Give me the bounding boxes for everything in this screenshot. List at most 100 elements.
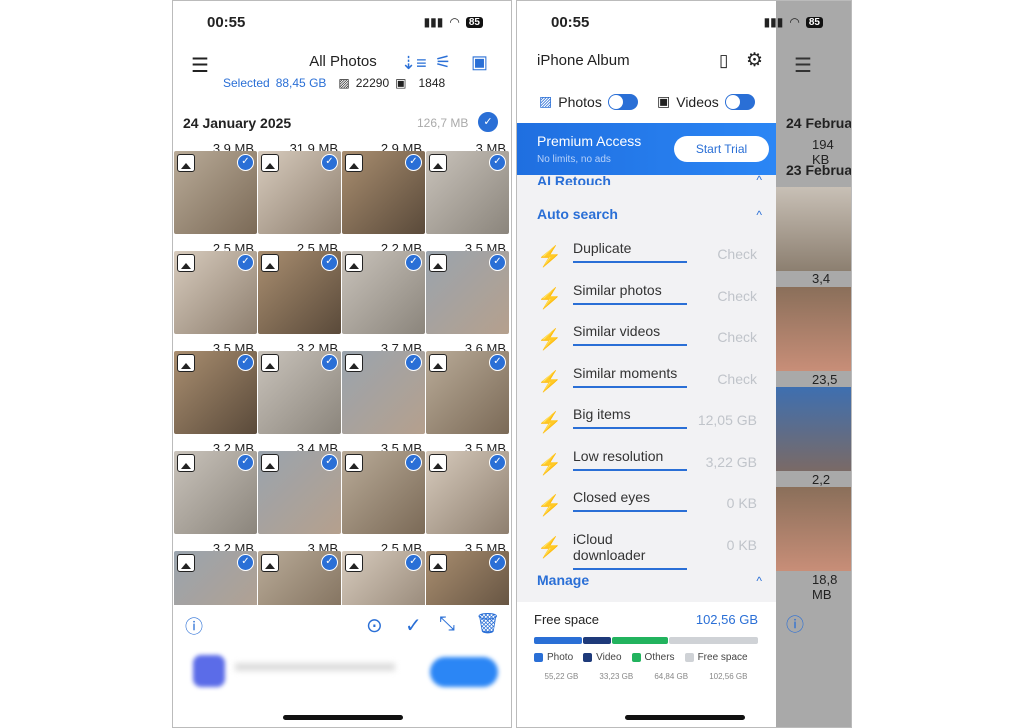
selected-checkbox[interactable]: ✓ [237,354,254,371]
wifi-icon: ◠ [449,15,460,29]
menu-item[interactable]: ⚡ Similar photos Check [537,282,757,318]
selected-checkbox[interactable]: ✓ [321,554,338,571]
menu-item-label: Similar videos [573,323,687,346]
menu-item[interactable]: ⚡ iCloud downloader 0 KB [537,531,757,570]
menu-item[interactable]: ⚡ Low resolution 3,22 GB [537,448,757,484]
selected-checkbox[interactable]: ✓ [405,554,422,571]
selected-checkbox[interactable]: ✓ [321,154,338,171]
photo-thumb[interactable]: ✓ [342,251,425,334]
start-trial-button[interactable]: Start Trial [674,136,769,162]
storage-value: 102,56 GB [695,612,758,627]
photo-thumb[interactable]: ✓ [426,451,509,534]
video-thumb[interactable] [776,487,851,571]
settings-icon[interactable]: ⚙ [746,49,763,72]
storage-label: Free space [534,612,600,627]
legend-value: 102,56 GB [709,672,748,681]
videos-label: Videos [676,93,719,110]
photo-thumb[interactable]: ✓ [258,151,341,234]
section-manage[interactable]: Manage [537,572,589,588]
photo-type-icon [261,354,279,372]
photo-thumb[interactable]: ✓ [258,451,341,534]
premium-banner[interactable]: Premium Access No limits, no ads Start T… [517,123,776,175]
size-label: 18,8 MB [812,572,838,602]
photo-thumb[interactable]: ✓ [174,351,257,434]
photo-type-icon [429,454,447,472]
filter-icon[interactable]: ⚟ [435,52,451,73]
photo-thumb[interactable]: ✓ [342,351,425,434]
selected-size: 88,45 GB [275,76,327,90]
background-overlay[interactable]: ☰ 24 Februa 194 KB 23 Februa 3,4 MB 23,5… [776,1,852,727]
legend-item: Free space [684,652,748,663]
selected-checkbox[interactable]: ✓ [489,354,506,371]
videos-toggle[interactable] [724,93,755,110]
menu-item[interactable]: ⚡ Similar videos Check [537,323,757,359]
video-thumb[interactable] [776,287,851,371]
section-ai-retouch[interactable]: AI Retouch [537,173,611,185]
info-icon[interactable]: ⓘ [185,613,203,639]
drawer-title: iPhone Album [537,52,630,69]
chevron-up-icon[interactable]: ^ [756,574,762,588]
photo-thumb[interactable]: ✓ [174,151,257,234]
info-icon[interactable]: ⓘ [786,611,804,637]
date-header: 23 Februa [786,162,852,178]
selected-checkbox[interactable]: ✓ [489,254,506,271]
menu-item[interactable]: ⚡ Big items 12,05 GB [537,406,757,442]
ad-app-icon[interactable] [193,655,225,687]
selected-checkbox[interactable]: ✓ [405,454,422,471]
selected-checkbox[interactable]: ✓ [489,154,506,171]
menu-item[interactable]: ⚡ Similar moments Check [537,365,757,401]
selected-checkbox[interactable]: ✓ [237,454,254,471]
photo-type-icon [261,554,279,572]
photo-thumb[interactable]: ✓ [426,251,509,334]
chevron-up-icon[interactable]: ^ [756,208,762,222]
menu-item-value: Check [717,287,757,304]
photo-icon: ▨ [539,93,553,109]
legend-swatch [534,653,543,662]
trash-icon[interactable]: 🗑 [475,611,500,636]
selected-checkbox[interactable]: ✓ [405,154,422,171]
legend-label: Free space [697,652,748,663]
chevron-up-icon[interactable]: ^ [756,173,762,187]
photo-thumb[interactable]: ✓ [258,251,341,334]
storage-segment [534,637,582,644]
selected-checkbox[interactable]: ✓ [321,254,338,271]
selected-checkbox[interactable]: ✓ [489,554,506,571]
sort-icon[interactable]: ⇣≡ [401,53,427,74]
photo-thumb[interactable] [776,187,851,271]
photo-type-icon [177,454,195,472]
more-icon[interactable]: ⊙ [366,613,383,638]
photos-toggle[interactable] [607,93,638,110]
ad-button[interactable] [430,657,498,687]
icloud-download-icon: ⚡ [537,536,562,559]
photo-thumb[interactable]: ✓ [426,151,509,234]
preview-icon[interactable]: ▣ [471,52,488,73]
section-auto-search[interactable]: Auto search [537,206,618,222]
photo-thumb[interactable]: ✓ [426,351,509,434]
menu-icon[interactable]: ☰ [794,53,812,78]
menu-item[interactable]: ⚡ Closed eyes 0 KB [537,489,757,525]
menu-item-label: Duplicate [573,240,687,263]
selected-checkbox[interactable]: ✓ [237,254,254,271]
photo-thumb[interactable]: ✓ [174,251,257,334]
photo-thumb[interactable]: ✓ [342,451,425,534]
photo-thumb[interactable]: ✓ [342,151,425,234]
selected-checkbox[interactable]: ✓ [237,154,254,171]
menu-item[interactable]: ⚡ Duplicate Check [537,240,757,276]
select-icon[interactable]: ✓ [405,613,422,638]
photo-type-icon [429,154,447,172]
photo-thumb[interactable]: ✓ [174,451,257,534]
selected-checkbox[interactable]: ✓ [405,354,422,371]
selected-checkbox[interactable]: ✓ [237,554,254,571]
photo-thumb[interactable]: ✓ [258,351,341,434]
selected-checkbox[interactable]: ✓ [321,454,338,471]
big-items-icon: ⚡ [537,412,562,434]
bookmark-icon[interactable]: ▯ [719,51,728,71]
selected-checkbox[interactable]: ✓ [405,254,422,271]
select-all-checkbox[interactable]: ✓ [478,112,498,132]
selected-checkbox[interactable]: ✓ [321,354,338,371]
photo-thumb[interactable] [776,387,851,471]
photo-type-icon [345,454,363,472]
photo-type-icon [261,454,279,472]
selected-checkbox[interactable]: ✓ [489,454,506,471]
compress-icon[interactable]: ⤡ [439,613,455,636]
